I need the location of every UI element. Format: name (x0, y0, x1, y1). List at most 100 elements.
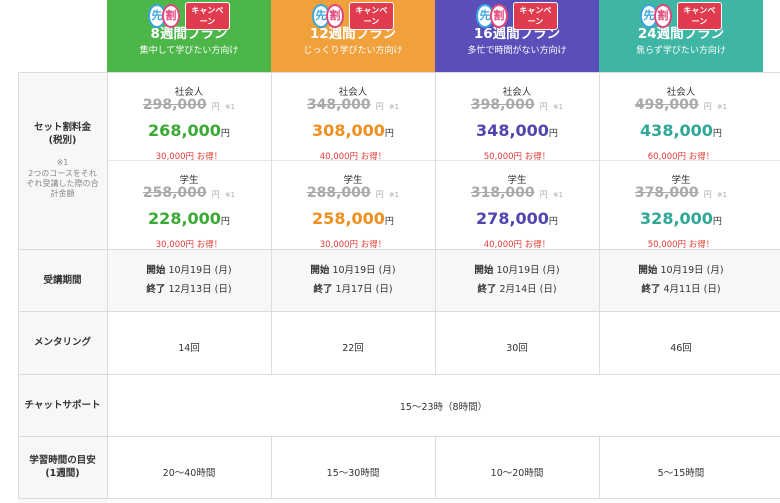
gakusei-original-price: 318,000 円 ※1 (435, 182, 599, 201)
gakusei-original-price: 288,000 円 ※1 (271, 182, 435, 201)
start-label: 開始 (146, 265, 166, 276)
note-ref: ※1 (716, 103, 728, 111)
discount-price: 278,000 (476, 209, 549, 228)
note-ref: ※1 (716, 191, 728, 199)
start-date: 10月19日 (月) (168, 265, 232, 276)
start-date: 10月19日 (月) (660, 265, 724, 276)
end-date: 12月13日 (日) (168, 284, 232, 295)
period-cell: 開始 10月19日 (月) 終了 1月17日 (日) (271, 261, 435, 299)
wari-badge-icon: 割 (161, 4, 180, 28)
plan-header: 先割キャンペーン 12週間プラン じっくり学びたい方向け (271, 0, 435, 72)
plan-header: 先割キャンペーン 16週間プラン 多忙で時間がない方向け (435, 0, 599, 72)
row-divider (18, 311, 780, 312)
wari-badge-icon: 割 (653, 4, 672, 28)
end-date: 1月17日 (日) (335, 284, 393, 295)
end-label: 終了 (641, 284, 661, 295)
original-price: 398,000 (470, 97, 535, 113)
plan-subtitle: 焦らず学びたい方向け (636, 46, 726, 56)
yen-unit: 円 (384, 129, 394, 139)
mentoring-count: 14回 (178, 343, 200, 354)
plan-header: 先割キャンペーン 8週間プラン 集中して学びたい方向け (107, 0, 271, 72)
yen-unit: 円 (539, 102, 548, 111)
original-price: 298,000 (142, 97, 207, 113)
mentoring-cell: 30回 (435, 336, 599, 355)
discount-price: 348,000 (476, 121, 549, 140)
original-price: 378,000 (634, 185, 699, 201)
yen-unit: 円 (384, 217, 394, 227)
shakai-discount-price: 438,000円 (599, 121, 763, 140)
gakusei-savings: 50,000円 お得！ (599, 232, 763, 251)
set-price-note: 2つのコースをそれぞれ受講した際の合計金額 (26, 169, 99, 198)
shakai-discount-price: 268,000円 (107, 121, 271, 140)
yen-unit: 円 (712, 217, 722, 227)
discount-price: 438,000 (640, 121, 713, 140)
shakai-original-price: 348,000 円 ※1 (271, 94, 435, 113)
study-hours: 15〜30時間 (326, 468, 380, 479)
end-label: 終了 (146, 284, 166, 295)
gakusei-original-price: 378,000 円 ※1 (599, 182, 763, 201)
wari-badge-icon: 割 (489, 4, 508, 28)
gakusei-discount-price: 228,000円 (107, 209, 271, 228)
chat-label: チャットサポート (24, 400, 101, 411)
row-divider (18, 72, 780, 73)
savings-text: 40,000円 お得！ (319, 152, 387, 162)
savings-text: 40,000円 お得！ (483, 240, 551, 250)
start-date: 10月19日 (月) (496, 265, 560, 276)
start-label: 開始 (310, 265, 330, 276)
row-divider (18, 374, 780, 375)
plan-subtitle: じっくり学びたい方向け (303, 46, 403, 56)
period-cell: 開始 10月19日 (月) 終了 12月13日 (日) (107, 261, 271, 299)
note-ref: ※1 (224, 103, 236, 111)
savings-text: 30,000円 お得！ (155, 240, 223, 250)
yen-unit: 円 (375, 190, 384, 199)
early-bird-badge: 先割キャンペーン (476, 2, 558, 30)
note-ref: ※1 (552, 191, 564, 199)
savings-text: 50,000円 お得！ (647, 240, 715, 250)
yen-unit: 円 (211, 102, 220, 111)
shakai-original-price: 398,000 円 ※1 (435, 94, 599, 113)
study-cell: 5〜15時間 (599, 461, 763, 480)
original-price: 348,000 (306, 97, 371, 113)
note-mark: ※1 (56, 158, 69, 167)
gakusei-savings: 30,000円 お得！ (107, 232, 271, 251)
period-label: 受講期間 (43, 275, 82, 286)
set-price-label: セット割料金 (税別) (33, 122, 91, 146)
early-bird-badge: 先割キャンペーン (640, 2, 722, 30)
wari-badge-icon: 割 (325, 4, 344, 28)
note-ref: ※1 (388, 103, 400, 111)
original-price: 288,000 (306, 185, 371, 201)
shakai-original-price: 498,000 円 ※1 (599, 94, 763, 113)
period-cell: 開始 10月19日 (月) 終了 4月11日 (日) (599, 261, 763, 299)
note-ref: ※1 (552, 103, 564, 111)
period-cell: 開始 10月19日 (月) 終了 2月14日 (日) (435, 261, 599, 299)
shakai-savings: 50,000円 お得！ (435, 144, 599, 163)
campaign-tag: キャンペーン (512, 2, 558, 30)
savings-text: 60,000円 お得！ (647, 152, 715, 162)
shakai-discount-price: 348,000円 (435, 121, 599, 140)
shakai-savings: 40,000円 お得！ (271, 144, 435, 163)
end-label: 終了 (313, 284, 333, 295)
discount-price: 258,000 (312, 209, 385, 228)
row-divider (18, 436, 780, 437)
yen-unit: 円 (211, 190, 220, 199)
chat-support-value: 15〜23時（8時間） (399, 402, 488, 413)
study-cell: 10〜20時間 (435, 461, 599, 480)
note-ref: ※1 (224, 191, 236, 199)
gakusei-savings: 30,000円 お得！ (271, 232, 435, 251)
yen-unit: 円 (703, 190, 712, 199)
original-price: 318,000 (470, 185, 535, 201)
study-hours: 5〜15時間 (657, 468, 705, 479)
campaign-tag: キャンペーン (676, 2, 722, 30)
plan-subtitle: 集中して学びたい方向け (139, 46, 239, 56)
gakusei-original-price: 258,000 円 ※1 (107, 182, 271, 201)
end-date: 2月14日 (日) (499, 284, 557, 295)
yen-unit: 円 (548, 129, 558, 139)
start-label: 開始 (474, 265, 494, 276)
gakusei-savings: 40,000円 お得！ (435, 232, 599, 251)
campaign-tag: キャンペーン (348, 2, 394, 30)
discount-price: 308,000 (312, 121, 385, 140)
row-divider (18, 498, 780, 499)
start-label: 開始 (638, 265, 658, 276)
mentoring-count: 30回 (506, 343, 528, 354)
early-bird-badge: 先割キャンペーン (312, 2, 394, 30)
